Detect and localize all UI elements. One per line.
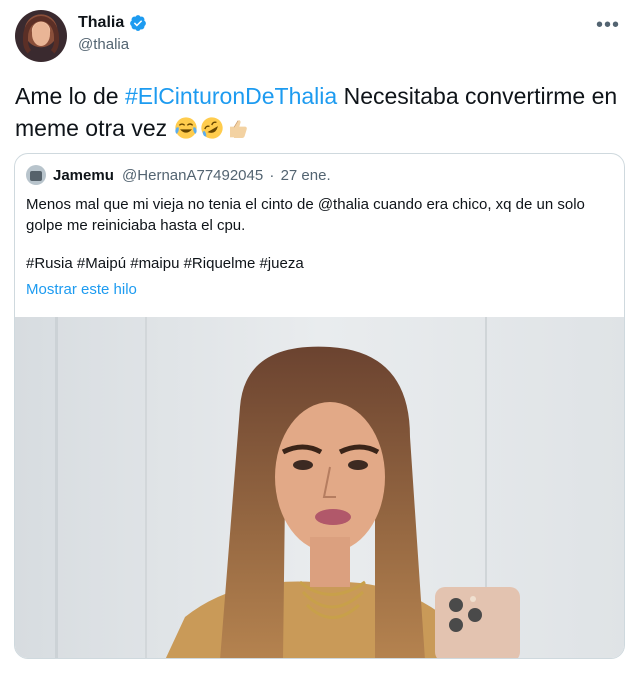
quoted-tweet[interactable]: Jamemu @HernanA77492045 · 27 ene. Menos … — [14, 153, 625, 659]
author-name-row[interactable]: Thalia — [78, 14, 147, 32]
quoted-media-image[interactable] — [15, 317, 624, 658]
quoted-name[interactable]: Jamemu — [53, 167, 114, 184]
author-avatar[interactable] — [15, 10, 67, 62]
quoted-avatar[interactable] — [26, 165, 46, 185]
thumbs-up-icon — [229, 120, 247, 138]
avatar-face — [32, 22, 50, 46]
verified-badge-icon — [130, 15, 147, 31]
quoted-header: Jamemu @HernanA77492045 · 27 ene. — [53, 167, 331, 184]
quoted-hashtags[interactable]: #Rusia #Maipú #maipu #Riquelme #jueza — [26, 255, 304, 272]
quoted-handle[interactable]: @HernanA77492045 — [122, 167, 263, 184]
tweet-text-start: Ame lo de — [15, 83, 125, 109]
selfie-photo — [15, 317, 624, 658]
tweet-text: Ame lo de #ElCinturonDeThalia Necesitaba… — [15, 80, 625, 144]
rolling-on-floor-laughing-icon — [200, 117, 223, 139]
more-dots-icon[interactable]: ••• — [596, 14, 620, 37]
quoted-separator: · — [269, 167, 275, 184]
author-name[interactable]: Thalia — [78, 14, 124, 32]
quoted-body: Menos mal que mi vieja no tenia el cinto… — [26, 196, 585, 234]
author-handle[interactable]: @thalia — [78, 36, 129, 53]
quoted-date[interactable]: 27 ene. — [281, 167, 331, 184]
hashtag-link[interactable]: #ElCinturonDeThalia — [125, 83, 337, 109]
face-with-tears-of-joy-icon — [174, 117, 197, 139]
tweet-card: Thalia @thalia ••• Ame lo de #ElCinturon… — [0, 0, 640, 678]
show-thread-link[interactable]: Mostrar este hilo — [26, 281, 137, 298]
